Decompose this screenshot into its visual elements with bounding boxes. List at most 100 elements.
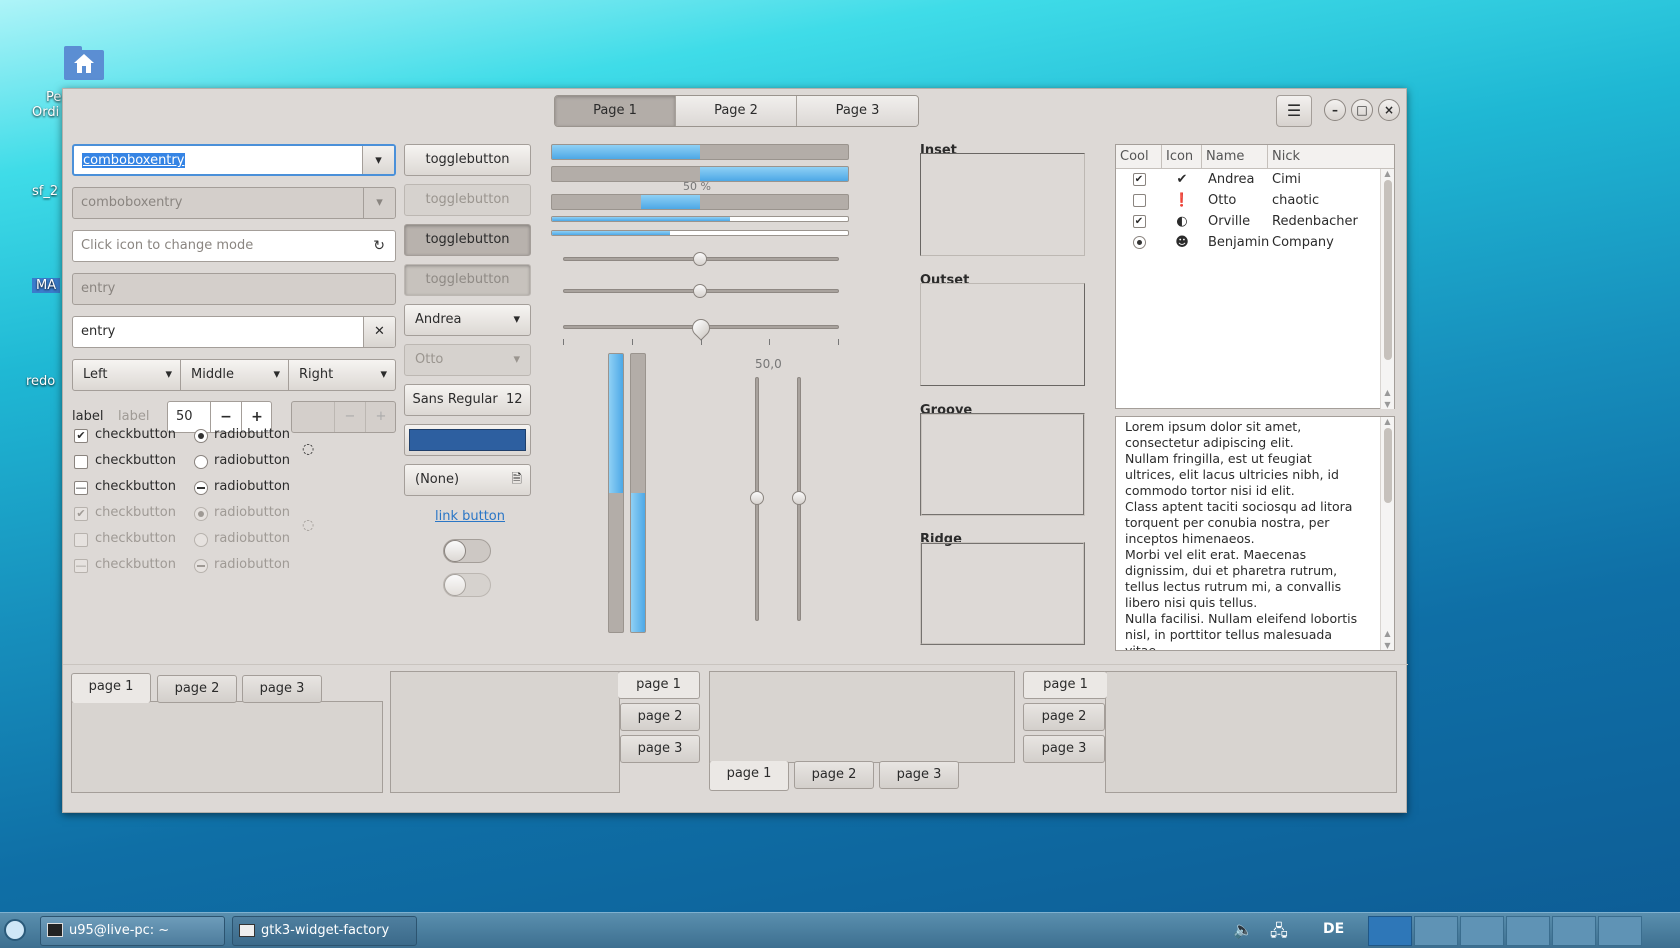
workspace-5[interactable] — [1552, 916, 1596, 946]
scroll-up-icon[interactable]: ▲ — [1381, 629, 1394, 638]
radio[interactable] — [194, 481, 208, 495]
tree-radio[interactable] — [1132, 236, 1146, 249]
text-view[interactable]: Lorem ipsum dolor sit amet, consectetur a… — [1115, 416, 1395, 651]
font-button[interactable]: Sans Regular 12 — [404, 384, 531, 416]
scale-knob[interactable] — [693, 284, 707, 298]
text-line: vitae. — [1125, 643, 1161, 651]
segment-right[interactable]: Right ▾ — [288, 359, 396, 391]
segment-left[interactable]: Left ▾ — [72, 359, 181, 391]
spin-plus-button: + — [365, 402, 395, 432]
tree-cell-nick: Redenbacher — [1272, 214, 1358, 229]
notebook-4-tab-3[interactable]: page 3 — [1023, 735, 1105, 763]
text-view-content[interactable]: Lorem ipsum dolor sit amet, consectetur a… — [1116, 417, 1394, 651]
text-line: ultrices, elit lacus ultricies nibh, id — [1125, 467, 1339, 482]
volume-icon[interactable]: 🔈 — [1233, 920, 1253, 939]
tab-page-1[interactable]: Page 1 — [555, 96, 676, 126]
notebook-2-tab-1[interactable]: page 1 — [618, 671, 700, 699]
desktop-home-icon[interactable] — [62, 44, 106, 82]
link-button[interactable]: link button — [435, 509, 505, 524]
notebook-4-tab-2[interactable]: page 2 — [1023, 703, 1105, 731]
combobox-entry[interactable]: comboboxentry ▾ — [72, 144, 396, 176]
notebook-3-tab-1[interactable]: page 1 — [709, 761, 789, 791]
scroll-up-icon[interactable]: ▲ — [1381, 169, 1394, 178]
scale-knob[interactable] — [792, 491, 806, 505]
column-header-icon[interactable]: Icon — [1162, 145, 1202, 168]
tree-row[interactable]: ✔ ◐ Orville Redenbacher — [1116, 211, 1394, 232]
combo-dropdown-button[interactable]: ▾ — [362, 146, 394, 174]
clear-button[interactable]: ✕ — [363, 317, 395, 347]
checkbox[interactable]: ✔ — [74, 429, 88, 443]
menu-button[interactable]: ☰ — [1276, 95, 1312, 127]
scale-knob[interactable] — [750, 491, 764, 505]
notebook-3-tab-2[interactable]: page 2 — [794, 761, 874, 789]
combo-andrea[interactable]: Andrea ▾ — [404, 304, 531, 336]
switch-off[interactable] — [443, 539, 491, 563]
entry-with-clear[interactable]: entry ✕ — [72, 316, 396, 348]
radio[interactable] — [194, 429, 208, 443]
mode-entry[interactable]: Click icon to change mode ↻ — [72, 230, 396, 262]
notebook-1-tab-1[interactable]: page 1 — [71, 673, 151, 703]
radio[interactable] — [194, 455, 208, 469]
workspace-4[interactable] — [1506, 916, 1550, 946]
tree-row[interactable]: ✔ ✔ Andrea Cimi — [1116, 169, 1394, 190]
scroll-down-icon[interactable]: ▼ — [1381, 641, 1394, 650]
scroll-down-icon[interactable]: ▼ — [1381, 400, 1394, 409]
text-line: Nulla facilisi. Nullam eleifend lobortis — [1125, 611, 1358, 626]
scroll-up-icon[interactable]: ▲ — [1381, 388, 1394, 397]
keyboard-layout[interactable]: DE — [1323, 921, 1344, 937]
checkbox-label: checkbutton — [95, 557, 176, 572]
workspace-1[interactable] — [1368, 916, 1412, 946]
notebook-3-tab-3[interactable]: page 3 — [879, 761, 959, 789]
text-line: tellus lectus rutrum mi, a convallis — [1125, 579, 1342, 594]
checkbox: ✔ — [74, 507, 88, 521]
color-button[interactable] — [404, 424, 531, 456]
taskbar-terminal[interactable]: u95@live-pc: ~ — [40, 916, 225, 946]
tree-row[interactable]: ❗ Otto chaotic — [1116, 190, 1394, 211]
start-menu-button[interactable] — [4, 919, 26, 941]
toggle-button-active[interactable]: togglebutton — [404, 224, 531, 256]
desktop-label[interactable]: MA — [32, 278, 61, 293]
tree-view[interactable]: Cool Icon Name Nick ✔ ✔ Andrea Cimi ❗ Otto cha… — [1115, 144, 1395, 409]
column-header-cool[interactable]: Cool — [1116, 145, 1162, 168]
tree-cell-nick: Company — [1272, 235, 1334, 250]
tree-checkbox[interactable]: ✔ — [1132, 173, 1146, 186]
notebook-4-tab-1[interactable]: page 1 — [1023, 671, 1107, 699]
tab-page-3[interactable]: Page 3 — [797, 96, 918, 126]
minimize-button[interactable]: – — [1324, 99, 1346, 121]
tab-page-2[interactable]: Page 2 — [676, 96, 797, 126]
workspace-2[interactable] — [1414, 916, 1458, 946]
tree-checkbox[interactable] — [1132, 194, 1146, 207]
refresh-icon[interactable]: ↻ — [373, 231, 385, 261]
switch-knob — [444, 574, 466, 596]
textview-scrollbar[interactable]: ▲ ▲ ▼ — [1380, 417, 1394, 650]
file-chooser-button[interactable]: (None) 🗎 — [404, 464, 531, 496]
scroll-up-icon[interactable]: ▲ — [1381, 417, 1394, 426]
column-header-nick[interactable]: Nick — [1268, 145, 1394, 168]
caret-down-icon: ▾ — [513, 352, 520, 367]
column-header-name[interactable]: Name — [1202, 145, 1268, 168]
spin-value: 50 — [176, 409, 193, 424]
close-button[interactable]: × — [1378, 99, 1400, 121]
taskbar-app[interactable]: gtk3-widget-factory — [232, 916, 417, 946]
notebook-1-tab-3[interactable]: page 3 — [242, 675, 322, 703]
tree-scrollbar[interactable]: ▲ ▲ ▼ — [1380, 169, 1394, 409]
workspace-3[interactable] — [1460, 916, 1504, 946]
workspace-6[interactable] — [1598, 916, 1642, 946]
notebook-2-tab-2[interactable]: page 2 — [620, 703, 700, 731]
maximize-button[interactable]: □ — [1351, 99, 1373, 121]
network-icon[interactable]: 🖧 — [1270, 920, 1288, 947]
toggle-button[interactable]: togglebutton — [404, 144, 531, 176]
radio-label: radiobutton — [214, 505, 291, 520]
scale-knob[interactable] — [688, 315, 714, 341]
notebook-1-tab-2[interactable]: page 2 — [157, 675, 237, 703]
scrollbar-thumb[interactable] — [1384, 428, 1392, 503]
scrollbar-thumb[interactable] — [1384, 180, 1392, 360]
entry-disabled-text: entry — [81, 281, 116, 296]
scale-knob[interactable] — [693, 252, 707, 266]
tree-checkbox[interactable]: ✔ — [1132, 215, 1146, 228]
segment-middle[interactable]: Middle ▾ — [180, 359, 289, 391]
checkbox[interactable]: — — [74, 481, 88, 495]
tree-row[interactable]: ☻ Benjamin Company — [1116, 232, 1394, 253]
checkbox[interactable] — [74, 455, 88, 469]
notebook-2-tab-3[interactable]: page 3 — [620, 735, 700, 763]
